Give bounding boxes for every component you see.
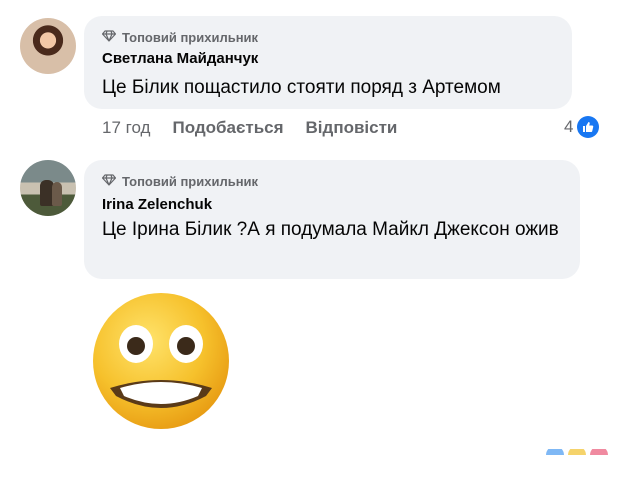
like-button[interactable]: Подобається (172, 118, 283, 138)
reply-button[interactable]: Відповісти (306, 118, 398, 138)
comment-author[interactable]: Светлана Майданчук (102, 50, 258, 67)
comment-bubble: Топовий прихильник Светлана Майданчук Це… (84, 16, 572, 109)
comment-author[interactable]: Irina Zelenchuk (102, 196, 212, 213)
comment-timestamp[interactable]: 17 год (102, 118, 150, 138)
comment-text: Це Білик пощастило стояти поряд з Артемо… (102, 77, 501, 98)
top-fan-badge: Топовий прихильник (101, 30, 259, 45)
like-reaction-icon (577, 116, 600, 138)
diamond-icon (101, 174, 122, 189)
comment-text: Це Ірина Білик ?А я подумала Майкл Джекс… (102, 219, 559, 240)
diamond-icon (101, 30, 122, 45)
reaction-summary[interactable]: 4 (564, 116, 600, 138)
badge-label: Топовий прихильник (122, 30, 259, 45)
reaction-count: 4 (564, 117, 574, 136)
reaction-summary[interactable] (544, 442, 614, 455)
badge-label: Топовий прихильник (122, 174, 259, 189)
avatar[interactable] (20, 18, 76, 74)
grimacing-emoji (92, 292, 230, 430)
comment-bubble: Топовий прихильник Irina Zelenchuk Це Ір… (84, 160, 580, 279)
avatar[interactable] (20, 160, 76, 216)
comment-actions: 17 год Подобається Відповісти (102, 118, 397, 138)
top-fan-badge: Топовий прихильник (101, 174, 259, 189)
